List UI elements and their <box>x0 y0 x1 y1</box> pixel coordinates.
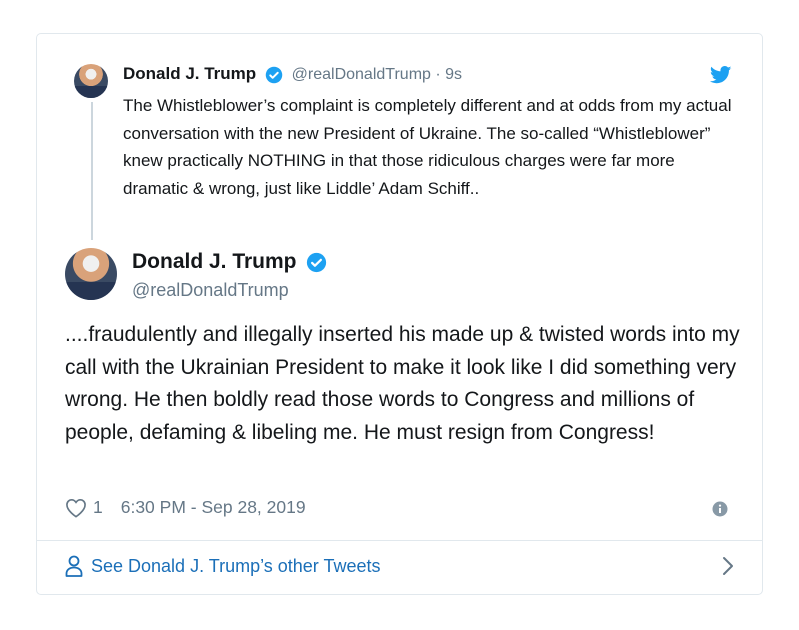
quoted-tweet-text: The Whistleblower’s complaint is complet… <box>123 96 732 198</box>
quoted-tweet-avatar[interactable] <box>74 64 108 98</box>
embedded-tweet-card: Donald J. Trump @realDonaldTrump · 9s Th… <box>36 33 763 595</box>
heart-icon[interactable] <box>65 498 87 518</box>
quoted-tweet-handle-time[interactable]: @realDonaldTrump · 9s <box>292 66 462 83</box>
info-icon[interactable] <box>712 501 728 517</box>
verified-badge-icon <box>307 252 327 273</box>
footer-divider <box>37 540 762 541</box>
chevron-right-icon[interactable] <box>722 556 734 576</box>
quoted-tweet-author-name[interactable]: Donald J. Trump <box>123 64 256 83</box>
like-count[interactable]: 1 <box>93 497 103 518</box>
see-other-tweets-link[interactable]: See Donald J. Trump’s other Tweets <box>65 552 734 580</box>
main-tweet-handle[interactable]: @realDonaldTrump <box>132 280 327 301</box>
twitter-bird-icon[interactable] <box>710 66 732 84</box>
main-tweet-text: ....fraudulently and illegally inserted … <box>65 323 740 444</box>
main-tweet-avatar[interactable] <box>65 248 117 300</box>
tweet-meta-row: 1 6:30 PM - Sep 28, 2019 <box>65 497 306 518</box>
main-tweet-header: Donald J. Trump @realDonaldTrump <box>132 250 327 301</box>
tweet-timestamp[interactable]: 6:30 PM - Sep 28, 2019 <box>121 497 306 518</box>
person-icon <box>65 555 83 577</box>
verified-badge-icon <box>265 66 283 83</box>
quoted-tweet-header: Donald J. Trump @realDonaldTrump · 9s <box>123 64 462 84</box>
see-other-tweets-label[interactable]: See Donald J. Trump’s other Tweets <box>91 556 381 577</box>
thread-connector-line <box>91 102 93 240</box>
main-tweet-author-name[interactable]: Donald J. Trump <box>132 250 297 273</box>
